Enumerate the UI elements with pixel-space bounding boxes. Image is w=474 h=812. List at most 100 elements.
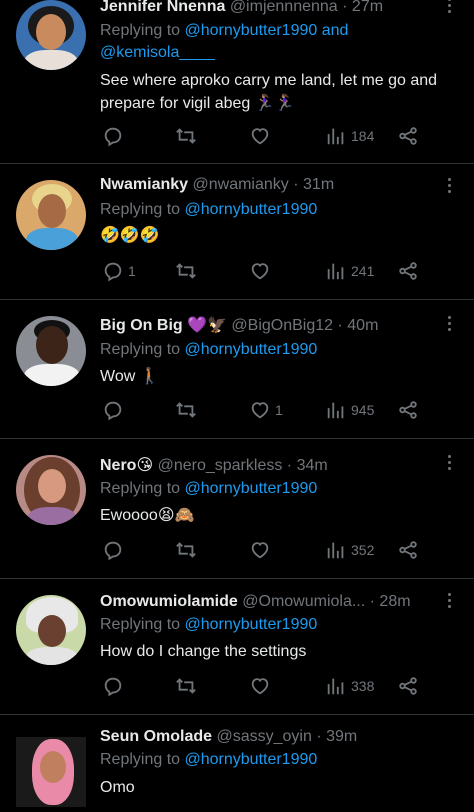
more-icon[interactable] — [446, 316, 452, 334]
tweet-2[interactable]: Nwamianky @nwamianky · 31m Replying to @… — [0, 164, 474, 300]
user-handle[interactable]: @Omowumiola... — [242, 593, 365, 610]
user-handle[interactable]: @imjennnenna — [230, 0, 338, 15]
reply-button[interactable] — [102, 675, 128, 697]
display-name[interactable]: Big On Big 💜🦅 — [100, 317, 227, 334]
views-icon — [327, 402, 344, 419]
avatar[interactable] — [16, 180, 86, 250]
retweet-icon — [176, 263, 196, 279]
tweet-1[interactable]: Jennifer Nnenna @imjennnenna · 27m Reply… — [0, 0, 474, 164]
timestamp[interactable]: 39m — [326, 728, 357, 745]
reply-icon — [104, 262, 122, 282]
views-icon — [327, 263, 344, 280]
avatar[interactable] — [16, 595, 86, 665]
share-button[interactable] — [397, 675, 419, 697]
tweet-text: Ewoooo😫🙈 — [100, 507, 195, 524]
reply-button[interactable] — [102, 539, 128, 561]
timestamp[interactable]: 40m — [347, 317, 378, 334]
views-icon — [327, 542, 344, 559]
tweet-text: 🤣🤣🤣 — [100, 227, 160, 244]
views-button[interactable]: 352 — [325, 539, 374, 561]
replying-to: Replying to @hornybutter1990 — [100, 339, 454, 361]
timestamp[interactable]: 27m — [352, 0, 383, 15]
share-button[interactable] — [397, 539, 419, 561]
views-icon — [327, 128, 344, 145]
heart-icon — [251, 263, 269, 280]
like-button[interactable]: 1 — [249, 399, 283, 421]
tweet-text: See where aproko carry me land, let me g… — [100, 72, 438, 112]
user-handle[interactable]: @BigOnBig12 — [231, 317, 333, 334]
tweet-4[interactable]: Nero😘 @nero_sparkless · 34m Replying to … — [0, 439, 474, 579]
like-button[interactable] — [249, 260, 275, 282]
heart-icon — [251, 402, 269, 419]
mention-link[interactable]: @hornybutter1990 — [185, 341, 318, 358]
replying-prefix: Replying to — [100, 616, 185, 633]
share-button[interactable] — [397, 125, 419, 147]
avatar[interactable] — [16, 0, 86, 70]
more-icon[interactable] — [446, 0, 452, 16]
replying-to: Replying to @hornybutter1990 — [100, 749, 454, 771]
action-bar: 1 241 — [100, 260, 440, 284]
reply-button[interactable] — [102, 125, 128, 147]
retweet-icon — [176, 128, 196, 144]
retweet-button[interactable] — [175, 125, 201, 147]
share-icon — [399, 401, 417, 419]
heart-icon — [251, 678, 269, 695]
more-icon[interactable] — [446, 593, 452, 611]
share-button[interactable] — [397, 260, 419, 282]
action-bar: 352 — [100, 539, 440, 563]
display-name[interactable]: Seun Omolade — [100, 728, 212, 745]
reply-button[interactable] — [102, 399, 128, 421]
views-button[interactable]: 241 — [325, 260, 374, 282]
retweet-button[interactable] — [175, 260, 201, 282]
retweet-button[interactable] — [175, 675, 201, 697]
tweet-5[interactable]: Omowumiolamide @Omowumiola... · 28m Repl… — [0, 579, 474, 715]
views-count: 945 — [351, 402, 375, 418]
views-button[interactable]: 945 — [325, 399, 374, 421]
tweet-text: Wow 🚶🏽 — [100, 368, 160, 385]
like-button[interactable] — [249, 675, 275, 697]
like-button[interactable] — [249, 539, 275, 561]
retweet-button[interactable] — [175, 399, 201, 421]
like-button[interactable] — [249, 125, 275, 147]
replying-prefix: Replying to — [100, 751, 185, 768]
retweet-button[interactable] — [175, 539, 201, 561]
replying-to: Replying to @hornybutter1990 — [100, 199, 454, 221]
user-handle[interactable]: @sassy_oyin — [216, 728, 311, 745]
tweet-3[interactable]: Big On Big 💜🦅 @BigOnBig12 · 40m Replying… — [0, 300, 474, 439]
timestamp[interactable]: 31m — [303, 176, 334, 193]
separator-dot: · — [342, 0, 348, 15]
mention-link[interactable]: @hornybutter1990 — [185, 480, 318, 497]
mention-link[interactable]: @hornybutter1990 — [185, 616, 318, 633]
display-name[interactable]: Jennifer Nnenna — [100, 0, 225, 15]
tweet-6[interactable]: Seun Omolade @sassy_oyin · 39m Replying … — [0, 715, 474, 812]
reply-button[interactable]: 1 — [102, 260, 136, 282]
display-name[interactable]: Nero😘 — [100, 457, 153, 474]
share-button[interactable] — [397, 399, 419, 421]
display-name[interactable]: Nwamianky — [100, 176, 188, 193]
display-name[interactable]: Omowumiolamide — [100, 593, 238, 610]
timestamp[interactable]: 34m — [297, 457, 328, 474]
views-button[interactable]: 338 — [325, 675, 374, 697]
replying-to: Replying to @hornybutter1990 — [100, 614, 454, 636]
user-handle[interactable]: @nero_sparkless — [158, 457, 283, 474]
avatar[interactable] — [16, 455, 86, 525]
mention-link[interactable]: @hornybutter1990 — [185, 751, 318, 768]
more-icon[interactable] — [446, 455, 452, 473]
separator-dot: · — [369, 593, 375, 610]
retweet-icon — [176, 542, 196, 558]
replying-to: Replying to @hornybutter1990 and @kemiso… — [100, 20, 454, 64]
reply-icon — [104, 541, 122, 561]
reply-icon — [104, 677, 122, 697]
views-button[interactable]: 184 — [325, 125, 374, 147]
avatar[interactable] — [16, 316, 86, 386]
reply-count: 1 — [128, 263, 136, 279]
avatar[interactable] — [16, 737, 86, 807]
like-count: 1 — [275, 402, 283, 418]
mention-link[interactable]: @hornybutter1990 — [185, 201, 318, 218]
retweet-icon — [176, 402, 196, 418]
timestamp[interactable]: 28m — [379, 593, 410, 610]
separator-dot: · — [286, 457, 293, 474]
more-icon[interactable] — [446, 178, 452, 196]
user-handle[interactable]: @nwamianky — [193, 176, 289, 193]
replying-prefix: Replying to — [100, 480, 185, 497]
